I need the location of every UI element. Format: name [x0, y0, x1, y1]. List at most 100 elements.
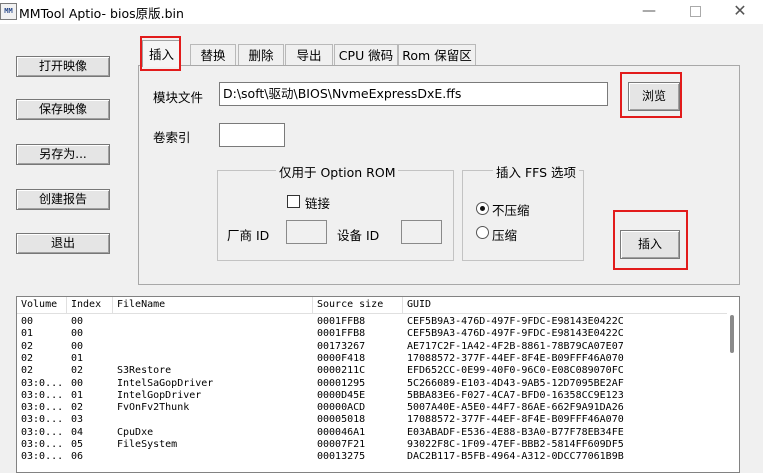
app-icon: MM: [0, 3, 17, 20]
cell-volume: 03:0...: [21, 439, 64, 450]
cell-index: 02: [71, 402, 84, 414]
cell-filename: FileSystem: [117, 439, 178, 450]
option-rom-group: 仅用于 Option ROM: [217, 162, 454, 261]
minimize-button[interactable]: —: [626, 0, 672, 24]
cell-guid: 5007A40E-A5E0-44F7-86AE-662F9A91DA26: [407, 402, 624, 414]
cell-guid: 17088572-377F-44EF-8F4E-B09FFF46A070: [407, 352, 624, 364]
cell-volume: 03:0...: [21, 426, 64, 438]
cell-volume: 02: [21, 365, 34, 377]
save-image-button[interactable]: 保存映像: [16, 99, 110, 120]
table-row[interactable]: 03:0... 00 IntelSaGopDriver 00001295 5C26608…: [17, 378, 727, 390]
cell-volume: 01: [21, 328, 34, 340]
list-header: Volume Index FileName Source size GUID: [17, 297, 739, 314]
cell-source-size: 0000F418: [317, 352, 366, 364]
exit-button[interactable]: 退出: [16, 233, 110, 254]
cell-index: 06: [71, 451, 84, 463]
module-file-input[interactable]: D:\soft\驱动\BIOS\NvmeExpressDxE.ffs: [219, 82, 608, 106]
cell-source-size: 000046A1: [317, 426, 366, 438]
create-report-button[interactable]: 创建报告: [16, 189, 110, 210]
table-row[interactable]: 03:0... 03 00005018 17088572-377F-44EF-8F4E…: [17, 414, 727, 426]
cell-guid: DAC2B117-B5FB-4964-A312-0DCC77061B9B: [407, 451, 624, 463]
link-checkbox[interactable]: [287, 195, 300, 208]
cell-index: 04: [71, 426, 84, 438]
table-row[interactable]: 03:0... 04 CpuDxe 000046A1 E03ABADF-E536-4E8…: [17, 427, 727, 439]
cell-source-size: 0001FFB8: [317, 328, 366, 340]
cell-source-size: 00005018: [317, 414, 366, 426]
cell-index: 01: [71, 352, 84, 364]
option-rom-group-title: 仅用于 Option ROM: [276, 162, 399, 181]
volume-index-label: 卷索引: [153, 130, 191, 145]
column-header-source-size[interactable]: Source size: [313, 297, 403, 313]
table-row[interactable]: 02 01 0000F418 17088572-377F-44EF-8F4E-B09F…: [17, 353, 727, 365]
ffs-options-group-title: 插入 FFS 选项: [493, 162, 580, 181]
window-title: MMTool Aptio- bios原版.bin: [19, 6, 184, 21]
cell-index: 00: [71, 377, 84, 389]
vertical-scrollbar[interactable]: [727, 313, 739, 472]
cell-index: 02: [71, 365, 84, 377]
tab-rom-reserved[interactable]: Rom 保留区: [398, 44, 476, 66]
cell-source-size: 0000D45E: [317, 389, 366, 401]
cell-source-size: 00007F21: [317, 439, 366, 450]
cell-guid: 5C266089-E103-4D43-9AB5-12D7095BE2AF: [407, 377, 624, 389]
cell-guid: 93022F8C-1F09-47EF-BBB2-5814FF609DF5: [407, 439, 624, 450]
tab-insert[interactable]: 插入: [142, 40, 181, 67]
cell-guid: 17088572-377F-44EF-8F4E-B09FFF46A070: [407, 414, 624, 426]
cell-source-size: 00000ACD: [317, 402, 366, 414]
no-compress-radio[interactable]: [476, 202, 489, 215]
table-row[interactable]: 01 00 0001FFB8 CEF5B9A3-476D-497F-9FDC-E981…: [17, 328, 727, 340]
table-row[interactable]: 02 02 S3Restore 0000211C EFD652CC-0E99-40F0-…: [17, 365, 727, 377]
device-id-label: 设备 ID: [337, 228, 380, 243]
compress-label: 压缩: [492, 228, 518, 243]
tab-delete[interactable]: 删除: [238, 44, 284, 66]
column-header-filename[interactable]: FileName: [113, 297, 313, 313]
save-as-button[interactable]: 另存为...: [16, 144, 110, 165]
cell-filename: IntelGopDriver: [117, 389, 202, 401]
close-icon: ✕: [733, 1, 747, 20]
cell-guid: CEF5B9A3-476D-497F-9FDC-E98143E0422C: [407, 328, 624, 340]
table-row[interactable]: 03:0... 06 00013275 DAC2B117-B5FB-4964-A312…: [17, 451, 727, 463]
cell-volume: 03:0...: [21, 389, 64, 401]
maximize-button[interactable]: [672, 0, 718, 24]
table-row[interactable]: 00 00 0001FFB8 CEF5B9A3-476D-497F-9FDC-E981…: [17, 316, 727, 328]
module-file-label: 模块文件: [153, 90, 204, 105]
close-button[interactable]: ✕: [717, 0, 763, 24]
compress-radio[interactable]: [476, 226, 489, 239]
open-image-button[interactable]: 打开映像: [16, 56, 110, 77]
insert-button[interactable]: 插入: [620, 230, 680, 259]
cell-filename: S3Restore: [117, 365, 172, 377]
column-header-guid[interactable]: GUID: [403, 297, 727, 313]
cell-volume: 03:0...: [21, 377, 64, 389]
cell-volume: 03:0...: [21, 402, 64, 414]
tab-replace[interactable]: 替换: [190, 44, 236, 66]
file-list[interactable]: Volume Index FileName Source size GUID 0…: [16, 296, 740, 473]
cell-guid: CEF5B9A3-476D-497F-9FDC-E98143E0422C: [407, 316, 624, 327]
volume-index-input[interactable]: [219, 123, 285, 147]
cell-volume: 03:0...: [21, 451, 64, 463]
cell-guid: EFD652CC-0E99-40F0-96C0-E08C089070FC: [407, 365, 624, 377]
cell-volume: 00: [21, 316, 34, 327]
tab-export[interactable]: 导出: [285, 44, 333, 66]
cell-source-size: 00173267: [317, 340, 366, 352]
vendor-id-label: 厂商 ID: [227, 228, 270, 243]
vendor-id-input[interactable]: [286, 220, 327, 244]
cell-volume: 02: [21, 340, 34, 352]
table-row[interactable]: 02 00 00173267 AE717C2F-1A42-4F2B-8861-78B7…: [17, 341, 727, 353]
cell-filename: IntelSaGopDriver: [117, 377, 214, 389]
minimize-icon: —: [642, 3, 656, 19]
cell-volume: 03:0...: [21, 414, 64, 426]
table-row[interactable]: 03:0... 01 IntelGopDriver 0000D45E 5BBA83E6-…: [17, 390, 727, 402]
column-header-index[interactable]: Index: [67, 297, 113, 313]
table-row[interactable]: 03:0... 02 FvOnFv2Thunk 00000ACD 5007A40E-A5…: [17, 402, 727, 414]
column-header-volume[interactable]: Volume: [17, 297, 67, 313]
tab-cpu-microcode[interactable]: CPU 微码: [334, 44, 398, 66]
cell-volume: 02: [21, 352, 34, 364]
device-id-input[interactable]: [401, 220, 442, 244]
browse-button[interactable]: 浏览: [628, 82, 680, 111]
scrollbar-thumb[interactable]: [730, 315, 734, 353]
cell-guid: E03ABADF-E536-4E88-B3A0-B77F78EB34FE: [407, 426, 624, 438]
cell-index: 05: [71, 439, 84, 450]
cell-index: 00: [71, 316, 84, 327]
table-row[interactable]: 03:0... 05 FileSystem 00007F21 93022F8C-1F09…: [17, 439, 727, 451]
cell-filename: CpuDxe: [117, 426, 154, 438]
cell-guid: 5BBA83E6-F027-4CA7-BFD0-16358CC9E123: [407, 389, 624, 401]
